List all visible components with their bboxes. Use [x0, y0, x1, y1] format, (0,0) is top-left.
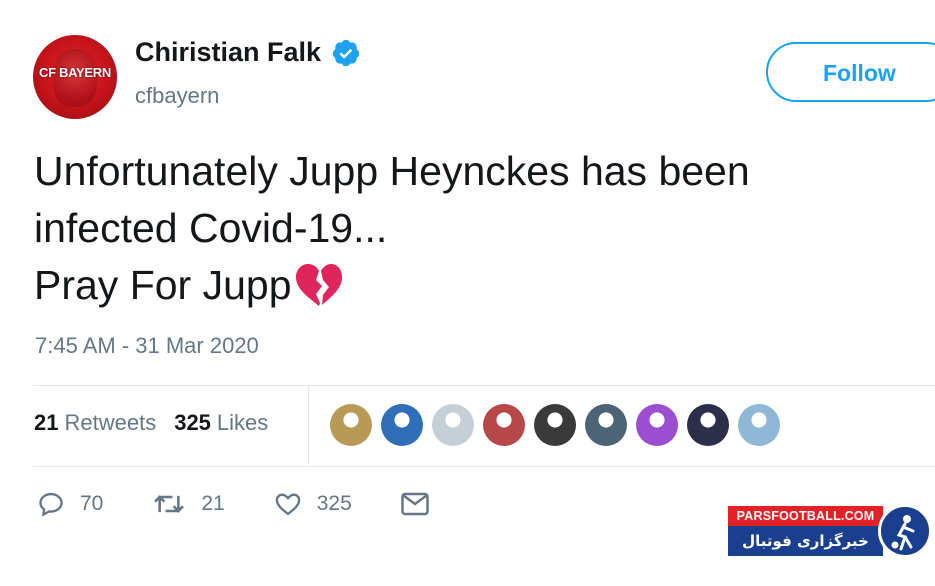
retweets-stat[interactable]: 21 Retweets	[34, 410, 156, 436]
retweet-button[interactable]: 21	[151, 490, 225, 518]
divider-top	[33, 385, 935, 386]
tweet-line-1: Unfortunately Jupp Heynckes has been	[34, 148, 750, 194]
tweet-timestamp[interactable]: 7:45 AM - 31 Mar 2020	[35, 333, 259, 359]
divider-bottom	[33, 466, 935, 467]
like-button[interactable]: 325	[273, 490, 352, 518]
liker-avatar-3[interactable]	[432, 404, 474, 446]
tweet-line-3: Pray For Jupp	[34, 262, 292, 308]
liker-avatar-2[interactable]	[381, 404, 423, 446]
broken-heart-icon	[295, 264, 342, 306]
likes-stat[interactable]: 325 Likes	[174, 410, 268, 436]
tweet-stats: 21 Retweets 325 Likes	[34, 410, 268, 436]
stats-separator	[308, 386, 309, 465]
liker-avatar-1[interactable]	[330, 404, 372, 446]
like-count: 325	[316, 492, 352, 515]
author-avatar[interactable]: CF BAYERN	[33, 35, 117, 119]
parsfootball-watermark: PARSFOOTBALL.COM خبرگزاری فوتبال ایران	[728, 504, 934, 580]
liker-avatar-8[interactable]	[687, 404, 729, 446]
liker-avatar-7[interactable]	[636, 404, 678, 446]
watermark-tagline: خبرگزاری فوتبال ایران	[728, 526, 883, 580]
tweet-actions: 70 21 325	[36, 490, 478, 518]
message-button[interactable]	[400, 491, 430, 517]
reply-icon	[39, 492, 63, 517]
follow-button[interactable]: Follow	[766, 42, 935, 102]
author-name-row[interactable]: Chiristian Falk	[135, 37, 361, 68]
heart-icon	[275, 493, 300, 516]
liker-avatar-9[interactable]	[738, 404, 780, 446]
watermark-site: PARSFOOTBALL.COM	[728, 506, 883, 526]
retweet-icon	[154, 495, 185, 513]
author-handle[interactable]: cfbayern	[135, 83, 219, 109]
tweet-text: Unfortunately Jupp Heynckes has been inf…	[34, 143, 750, 314]
tweet-line-2: infected Covid-19...	[34, 205, 388, 251]
envelope-icon	[401, 492, 429, 516]
avatar-logo-text: CF BAYERN	[39, 65, 111, 80]
liker-avatar-5[interactable]	[534, 404, 576, 446]
reply-button[interactable]: 70	[36, 490, 103, 518]
tweet-line-3-row: Pray For Jupp	[34, 257, 750, 314]
liker-avatar-6[interactable]	[585, 404, 627, 446]
author-display-name[interactable]: Chiristian Falk	[135, 37, 321, 68]
liker-avatar-4[interactable]	[483, 404, 525, 446]
watermark-logo-icon	[878, 504, 932, 558]
verified-badge-icon	[332, 39, 360, 66]
liked-by-avatars	[330, 404, 780, 446]
reply-count: 70	[80, 492, 104, 515]
retweet-count: 21	[201, 492, 225, 515]
